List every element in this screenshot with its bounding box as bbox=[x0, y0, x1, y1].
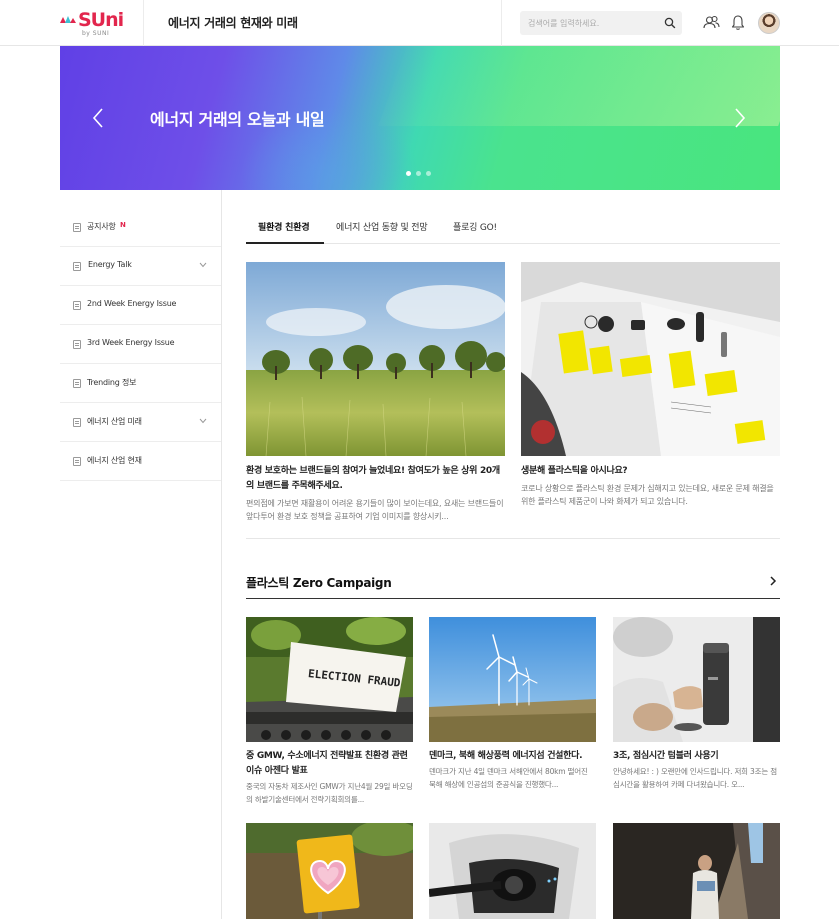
chevron-right-icon[interactable] bbox=[732, 106, 748, 130]
chevron-right-icon[interactable] bbox=[768, 575, 778, 587]
chevron-down-icon[interactable] bbox=[199, 262, 207, 268]
hero-banner: 에너지 거래의 오늘과 내일 bbox=[60, 46, 780, 190]
logo-mark-icon bbox=[60, 16, 76, 23]
sidebar-item-trending[interactable]: Trending 정보 bbox=[60, 364, 221, 403]
banner-dot[interactable] bbox=[406, 171, 411, 176]
sidebar-item-label: Trending 정보 bbox=[87, 378, 137, 387]
article-title[interactable]: 3조, 점심시간 텀블러 사용기 bbox=[613, 749, 780, 764]
header: SUni by SUNI 에너지 거래의 현재와 미래 bbox=[0, 0, 839, 46]
sidebar-item-3rd-week[interactable]: 3rd Week Energy Issue bbox=[60, 325, 221, 364]
document-icon bbox=[73, 223, 81, 232]
featured-title[interactable]: 생분해 플라스틱을 아시나요? bbox=[521, 464, 780, 479]
street-walk-image[interactable] bbox=[613, 823, 780, 919]
page-title: 에너지 거래의 현재와 미래 bbox=[168, 16, 298, 30]
divider bbox=[246, 538, 780, 539]
avatar[interactable] bbox=[758, 12, 780, 34]
typewriter-image[interactable]: ELECTION FRAUD bbox=[246, 617, 413, 742]
article-title[interactable]: 중 GMW, 수소에너지 전략발표 친환경 관련 이슈 아젠다 발표 bbox=[246, 749, 413, 779]
document-icon bbox=[73, 457, 81, 466]
header-divider bbox=[143, 0, 144, 46]
tab-energy-trends[interactable]: 에너지 산업 동향 및 전망 bbox=[336, 220, 428, 233]
active-tab-indicator bbox=[246, 242, 324, 244]
magazine-image[interactable] bbox=[521, 262, 780, 456]
document-icon bbox=[73, 418, 81, 427]
article-description: 안녕하세요! : ) 오랜만에 인사드립니다. 저희 3조는 점심시간을 활용하… bbox=[613, 767, 777, 789]
logo-subtext: by SUNI bbox=[82, 30, 110, 37]
sidebar-item-label: Energy Talk bbox=[88, 260, 132, 269]
logo[interactable]: SUni by SUNI bbox=[60, 9, 126, 39]
sidebar: 공지사항 N Energy Talk 2nd Week Energy Issue… bbox=[60, 190, 222, 919]
section-divider bbox=[246, 598, 780, 599]
sidebar-item-label: 에너지 산업 미래 bbox=[87, 417, 142, 426]
search-input[interactable] bbox=[528, 15, 662, 31]
tumbler-image[interactable] bbox=[613, 617, 780, 742]
featured-description: 코로나 상황으로 플라스틱 환경 문제가 심해지고 있는데요, 새로운 문제 해… bbox=[521, 484, 774, 506]
chevron-left-icon[interactable] bbox=[90, 106, 106, 130]
banner-dot[interactable] bbox=[416, 171, 421, 176]
tab-plogging[interactable]: 플로깅 GO! bbox=[453, 220, 497, 233]
featured-description: 편의점에 가보면 재활용이 어려운 용기들이 많이 보이는데요, 요새는 브랜드… bbox=[246, 499, 504, 521]
tab-eco[interactable]: 필환경 친환경 bbox=[258, 220, 310, 233]
document-icon bbox=[73, 301, 81, 310]
logo-text: SUni bbox=[78, 9, 124, 31]
new-badge: N bbox=[120, 221, 126, 229]
article-description: 중국의 자동차 제조사인 GMW가 지난4월 29일 바오딩의 하발기술센터에서… bbox=[246, 782, 413, 804]
sidebar-item-label: 공지사항 bbox=[87, 222, 116, 231]
banner-pagination bbox=[406, 171, 431, 179]
document-icon bbox=[73, 379, 81, 388]
sidebar-item-industry-future[interactable]: 에너지 산업 미래 bbox=[60, 403, 221, 442]
document-icon bbox=[73, 340, 81, 349]
sidebar-item-industry-present[interactable]: 에너지 산업 현재 bbox=[60, 442, 221, 481]
wind-turbine-image[interactable] bbox=[429, 617, 596, 742]
article-description: 덴마크가 지난 4일 덴마크 서해안에서 80km 떨어진 북해 해상에 인공섬… bbox=[429, 767, 588, 789]
bell-icon[interactable] bbox=[731, 14, 745, 31]
chevron-down-icon[interactable] bbox=[199, 418, 207, 424]
heart-sign-image[interactable] bbox=[246, 823, 413, 919]
sidebar-item-2nd-week[interactable]: 2nd Week Energy Issue bbox=[60, 286, 221, 325]
sidebar-item-label: 3rd Week Energy Issue bbox=[87, 338, 175, 347]
field-trees-image[interactable] bbox=[246, 262, 505, 456]
search-box bbox=[520, 11, 682, 35]
article-title[interactable]: 덴마크, 북해 해상풍력 에너지섬 건설한다. bbox=[429, 749, 596, 764]
sidebar-item-energy-talk[interactable]: Energy Talk bbox=[60, 247, 221, 286]
document-icon bbox=[73, 262, 81, 271]
sidebar-item-label: 에너지 산업 현재 bbox=[87, 456, 142, 465]
sidebar-item-notice[interactable]: 공지사항 N bbox=[60, 208, 221, 247]
category-tabs: 필환경 친환경 에너지 산업 동향 및 전망 플로깅 GO! bbox=[246, 210, 780, 244]
section-title: 플라스틱 Zero Campaign bbox=[246, 576, 392, 590]
ev-charger-image[interactable] bbox=[429, 823, 596, 919]
banner-title: 에너지 거래의 오늘과 내일 bbox=[150, 110, 325, 129]
header-divider bbox=[501, 0, 502, 46]
users-icon[interactable] bbox=[703, 14, 720, 31]
search-icon[interactable] bbox=[664, 17, 676, 29]
sidebar-item-label: 2nd Week Energy Issue bbox=[87, 299, 177, 308]
banner-decoration bbox=[378, 46, 780, 126]
featured-title[interactable]: 환경 보호하는 브랜드들의 참여가 늘었네요! 참여도가 높은 상위 20개의 … bbox=[246, 464, 505, 494]
banner-dot[interactable] bbox=[426, 171, 431, 176]
